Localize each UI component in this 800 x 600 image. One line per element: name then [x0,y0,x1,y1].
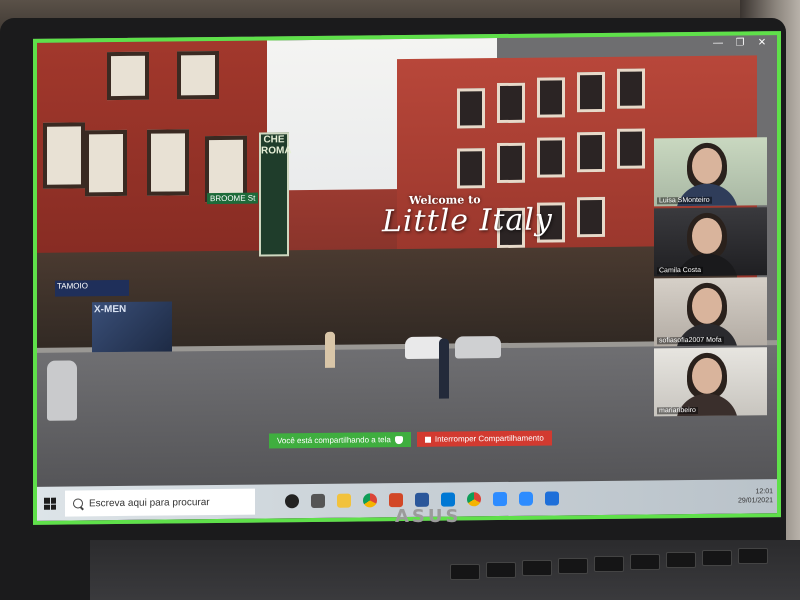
zoom-icon[interactable] [519,491,533,506]
participant-face [692,217,722,255]
asus-logo: ASUS [395,506,462,527]
shield-icon [394,435,403,444]
window [147,129,189,196]
window [85,129,127,197]
restore-icon[interactable]: ❐ [733,37,747,49]
sharing-indicator[interactable]: Você está compartilhando a tela [269,431,411,449]
participant-tile[interactable]: mariaribeiro [654,347,767,417]
window [537,137,565,178]
participant-tile[interactable]: Camila Costa [654,207,767,277]
place-title: Little Italy [382,202,553,240]
window [537,77,565,118]
vertical-sign: CHE ROMA [259,132,292,257]
participant-name: sofiasofia2007 Mofa [657,336,724,345]
key [522,560,552,576]
street-sign: BROOME St [207,192,259,205]
key [666,552,696,568]
zoom-meeting-icon[interactable] [545,491,559,506]
participant-tile[interactable]: Luisa SMonteiro [654,137,767,207]
participant-face [692,357,722,395]
participant-face [692,147,722,185]
keyboard [90,540,800,600]
stop-sharing-label: Interromper Compartilhamento [434,433,544,444]
close-icon[interactable]: ✕ [755,37,769,49]
store-icon[interactable] [493,491,507,507]
taskbar-search[interactable]: Escreva aqui para procurar [65,488,255,517]
window [107,51,149,101]
minimize-icon[interactable]: — [711,38,725,50]
stop-icon [424,436,431,443]
word-icon[interactable] [415,492,429,507]
task-view-icon[interactable] [311,493,325,509]
chrome-icon[interactable] [363,493,377,508]
pedestrian [439,338,449,399]
start-button[interactable] [37,487,63,521]
movie-poster: X-MEN [92,301,172,353]
search-icon [73,498,83,509]
key [558,558,588,574]
window [617,68,645,109]
cortana-icon[interactable] [285,494,299,509]
file-explorer-icon[interactable] [337,493,351,508]
sharing-message: Você está compartilhando a tela [277,435,391,446]
window [43,122,85,189]
window [457,88,485,129]
car [47,360,77,421]
key [702,550,732,566]
participant-tile[interactable]: sofiasofia2007 Mofa [654,277,767,347]
window [457,148,485,189]
screen: CHE ROMA BROOME St TAMOIO X-MEN Welcome … [33,31,781,525]
store-sign: TAMOIO [55,279,129,297]
participant-name: Luisa SMonteiro [657,196,712,205]
stop-sharing-button[interactable]: Interromper Compartilhamento [416,430,552,447]
chrome-icon[interactable] [467,492,481,507]
windows-icon [44,497,56,510]
window [577,196,605,238]
pedestrian [325,331,335,368]
window [177,50,219,100]
window [497,142,525,184]
search-placeholder: Escreva aqui para procurar [89,496,210,509]
key [450,564,480,580]
window [577,71,605,113]
window [497,82,525,124]
clock-time: 12:01 [755,488,773,496]
key [594,556,624,572]
clock-date: 29/01/2021 [737,497,773,505]
window [577,131,605,173]
outlook-icon[interactable] [441,492,455,507]
key [486,562,516,578]
key [738,548,768,564]
key [630,554,660,570]
participant-gallery: Luisa SMonteiro Camila Costa sofiasofia2… [654,137,767,418]
participant-face [692,287,722,325]
participant-name: mariaribeiro [657,406,698,415]
share-bar: Você está compartilhando a tela Interrom… [269,430,552,449]
participant-name: Camila Costa [657,266,704,275]
window [617,128,645,169]
car [455,336,501,359]
system-tray[interactable]: 12:01 29/01/2021 [738,487,781,505]
window-controls: — ❐ ✕ [711,37,769,50]
